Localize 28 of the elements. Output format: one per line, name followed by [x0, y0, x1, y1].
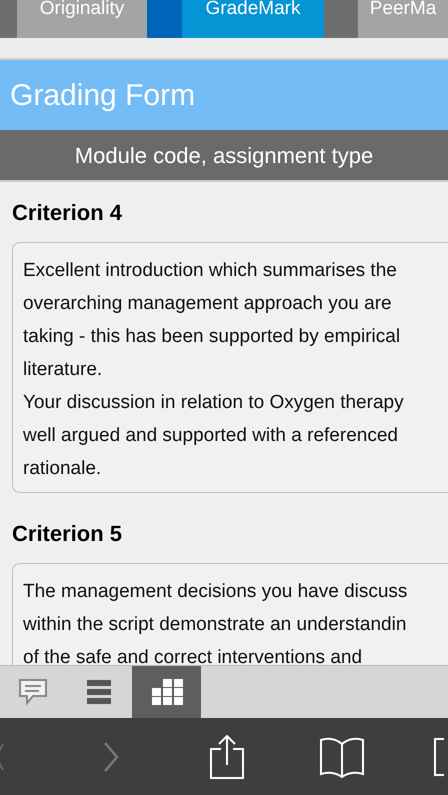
comment-line: Excellent introduction which summarises the — [23, 259, 397, 283]
comment-line: Your discussion in relation to Oxygen therapy — [23, 391, 404, 415]
tab[interactable]: PeerMa — [358, 0, 448, 38]
comment-line: within the script demonstrate an understandin — [23, 613, 406, 637]
list-icon — [86, 679, 112, 705]
bookmarks-icon[interactable] — [319, 736, 365, 778]
page-title: Grading Form — [0, 60, 448, 130]
comment-line: rationale. — [23, 457, 102, 481]
grid-icon — [150, 678, 184, 706]
criterion-title: Criterion 4 — [12, 199, 122, 227]
comment-line: overarching management approach you are — [23, 292, 392, 316]
criterion-title: Criterion 5 — [12, 520, 122, 548]
tab[interactable]: Originality — [17, 0, 147, 38]
forward-icon[interactable] — [103, 740, 119, 772]
comment-line: of the safe and correct interventions and — [23, 646, 362, 665]
tab-edge — [147, 0, 182, 38]
toolbar-button[interactable] — [132, 666, 201, 718]
comment-icon — [17, 678, 49, 706]
comment-line: taking - this has been supported by empirical — [23, 325, 400, 349]
comment-line: literature. — [23, 358, 102, 382]
comment-line: well argued and supported with a referenced — [23, 424, 398, 448]
tab-edge — [324, 0, 358, 38]
tab-edge — [0, 0, 17, 38]
tab[interactable]: GradeMark — [182, 0, 324, 38]
tabs-icon[interactable] — [434, 736, 444, 776]
form-subtitle: Module code, assignment type — [0, 130, 448, 182]
share-icon[interactable] — [210, 734, 244, 778]
comment-line: The management decisions you have discuss — [23, 580, 408, 604]
